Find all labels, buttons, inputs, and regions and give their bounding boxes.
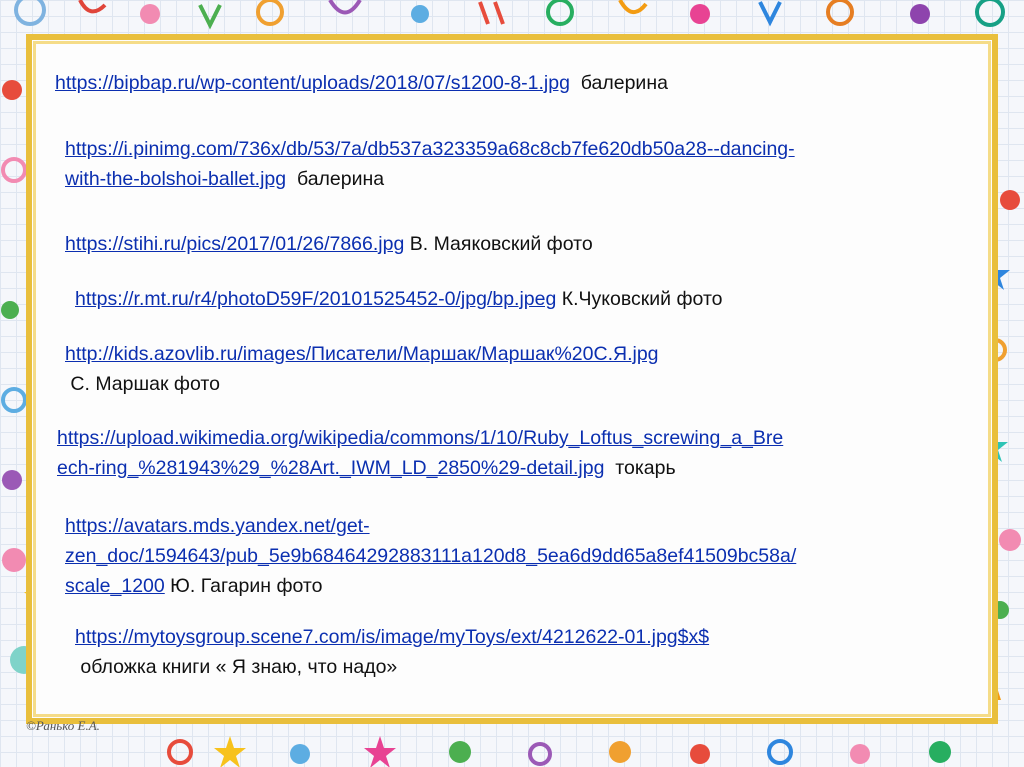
copyright-note: ©Ранько Е.А. <box>26 718 100 733</box>
reference-entry-4: https://r.mt.ru/r4/photoD59F/20101525452… <box>75 284 723 314</box>
reference-link-continuation[interactable]: scale_1200 <box>65 575 165 597</box>
reference-description: В. Маяковский фото <box>409 233 593 255</box>
reference-link[interactable]: https://stihi.ru/pics/2017/01/26/7866.jp… <box>65 233 404 255</box>
reference-description: токарь <box>615 457 676 479</box>
reference-link[interactable]: https://bipbap.ru/wp-content/uploads/201… <box>55 72 570 94</box>
reference-description: С. Маршак фото <box>70 373 220 395</box>
reference-link[interactable]: https://i.pinimg.com/736x/db/53/7a/db537… <box>65 138 795 160</box>
reference-description: балерина <box>296 168 385 190</box>
reference-entry-1: https://bipbap.ru/wp-content/uploads/201… <box>55 68 668 98</box>
reference-entry-2: https://i.pinimg.com/736x/db/53/7a/db537… <box>65 134 795 194</box>
reference-description: обложка книги « Я знаю, что надо» <box>80 656 398 678</box>
reference-link[interactable]: https://mytoysgroup.scene7.com/is/image/… <box>75 626 709 648</box>
reference-description: Ю. Гагарин фото <box>170 575 323 597</box>
reference-link[interactable]: https://upload.wikimedia.org/wikipedia/c… <box>57 427 783 449</box>
reference-entry-5: http://kids.azovlib.ru/images/Писатели/М… <box>65 339 659 399</box>
reference-entry-3: https://stihi.ru/pics/2017/01/26/7866.jp… <box>65 229 593 259</box>
reference-entry-7: https://avatars.mds.yandex.net/get- zen_… <box>65 511 796 601</box>
reference-entry-8: https://mytoysgroup.scene7.com/is/image/… <box>75 622 709 682</box>
reference-link-continuation[interactable]: with-the-bolshoi-ballet.jpg <box>65 168 286 190</box>
reference-entry-6: https://upload.wikimedia.org/wikipedia/c… <box>57 423 783 483</box>
reference-link-continuation[interactable]: zen_doc/1594643/pub_5e9b68464292883111a1… <box>65 545 796 567</box>
reference-description: балерина <box>580 72 668 94</box>
reference-description: К.Чуковский фото <box>561 288 723 310</box>
reference-link-continuation[interactable]: ech-ring_%281943%29_%28Art._IWM_LD_2850%… <box>57 457 604 479</box>
reference-link[interactable]: http://kids.azovlib.ru/images/Писатели/М… <box>65 343 659 365</box>
reference-link[interactable]: https://r.mt.ru/r4/photoD59F/20101525452… <box>75 288 556 310</box>
reference-link[interactable]: https://avatars.mds.yandex.net/get- <box>65 515 370 537</box>
